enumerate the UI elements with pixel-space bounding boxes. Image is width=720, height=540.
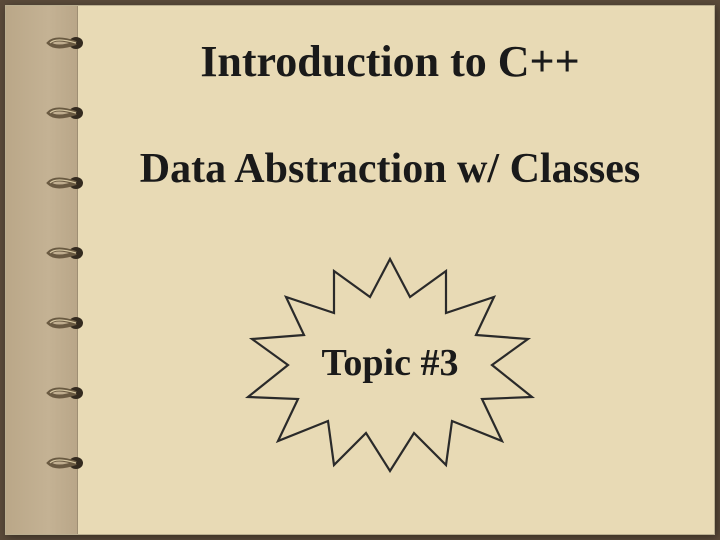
slide: Introduction to C++ Data Abstraction w/ … [5, 5, 715, 535]
slide-title: Introduction to C++ [86, 36, 694, 87]
spiral-binding [6, 6, 78, 534]
topic-label: Topic #3 [322, 341, 459, 385]
slide-content: Introduction to C++ Data Abstraction w/ … [86, 26, 694, 514]
binder-ring-icon [46, 104, 88, 122]
binder-ring-icon [46, 454, 88, 472]
binder-ring-icon [46, 244, 88, 262]
binder-ring-icon [46, 384, 88, 402]
binder-ring-icon [46, 174, 88, 192]
starburst-callout: Topic #3 [240, 253, 540, 473]
binder-ring-icon [46, 314, 88, 332]
binder-ring-icon [46, 34, 88, 52]
slide-subtitle: Data Abstraction w/ Classes [86, 145, 694, 193]
